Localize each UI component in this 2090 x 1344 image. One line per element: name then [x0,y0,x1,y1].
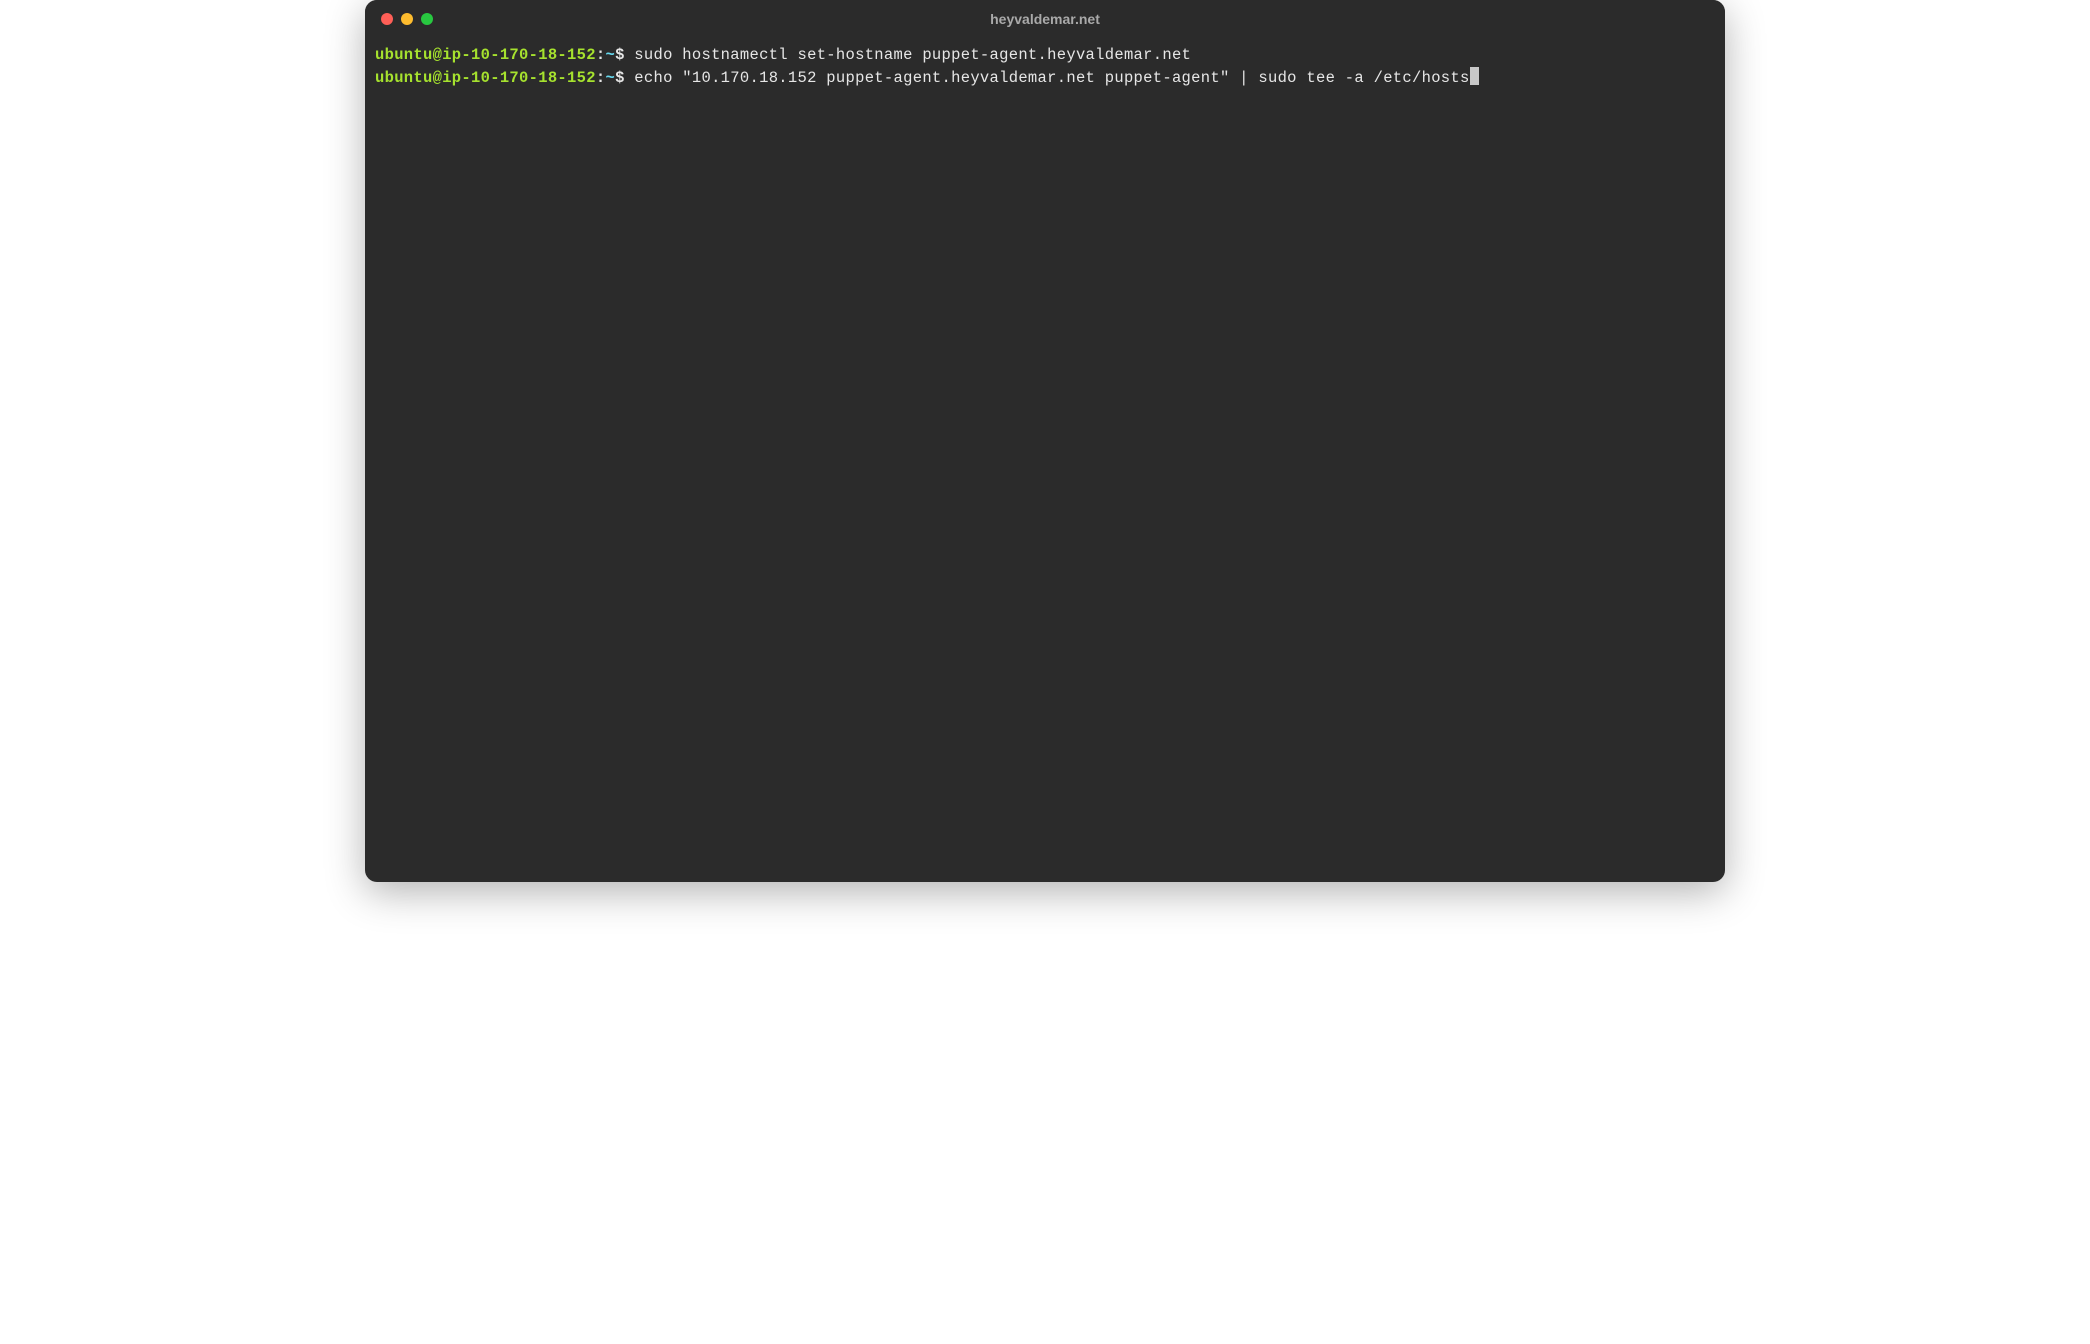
prompt-dollar: $ [615,46,625,64]
cursor [1470,67,1479,85]
prompt-tilde: ~ [605,69,615,87]
prompt-user: ubuntu@ip-10-170-18-152 [375,46,596,64]
prompt-user: ubuntu@ip-10-170-18-152 [375,69,596,87]
traffic-lights [381,13,433,25]
prompt-colon: : [596,46,606,64]
close-button[interactable] [381,13,393,25]
terminal-body[interactable]: ubuntu@ip-10-170-18-152:~$ sudo hostname… [365,38,1725,882]
window-title: heyvaldemar.net [990,11,1100,27]
terminal-window: heyvaldemar.net ubuntu@ip-10-170-18-152:… [365,0,1725,882]
command-text: sudo hostnamectl set-hostname puppet-age… [625,46,1192,64]
terminal-line: ubuntu@ip-10-170-18-152:~$ sudo hostname… [375,44,1715,67]
title-bar: heyvaldemar.net [365,0,1725,38]
maximize-button[interactable] [421,13,433,25]
prompt-colon: : [596,69,606,87]
terminal-line: ubuntu@ip-10-170-18-152:~$ echo "10.170.… [375,67,1715,90]
prompt-tilde: ~ [605,46,615,64]
prompt-dollar: $ [615,69,625,87]
command-text: echo "10.170.18.152 puppet-agent.heyvald… [625,69,1470,87]
minimize-button[interactable] [401,13,413,25]
